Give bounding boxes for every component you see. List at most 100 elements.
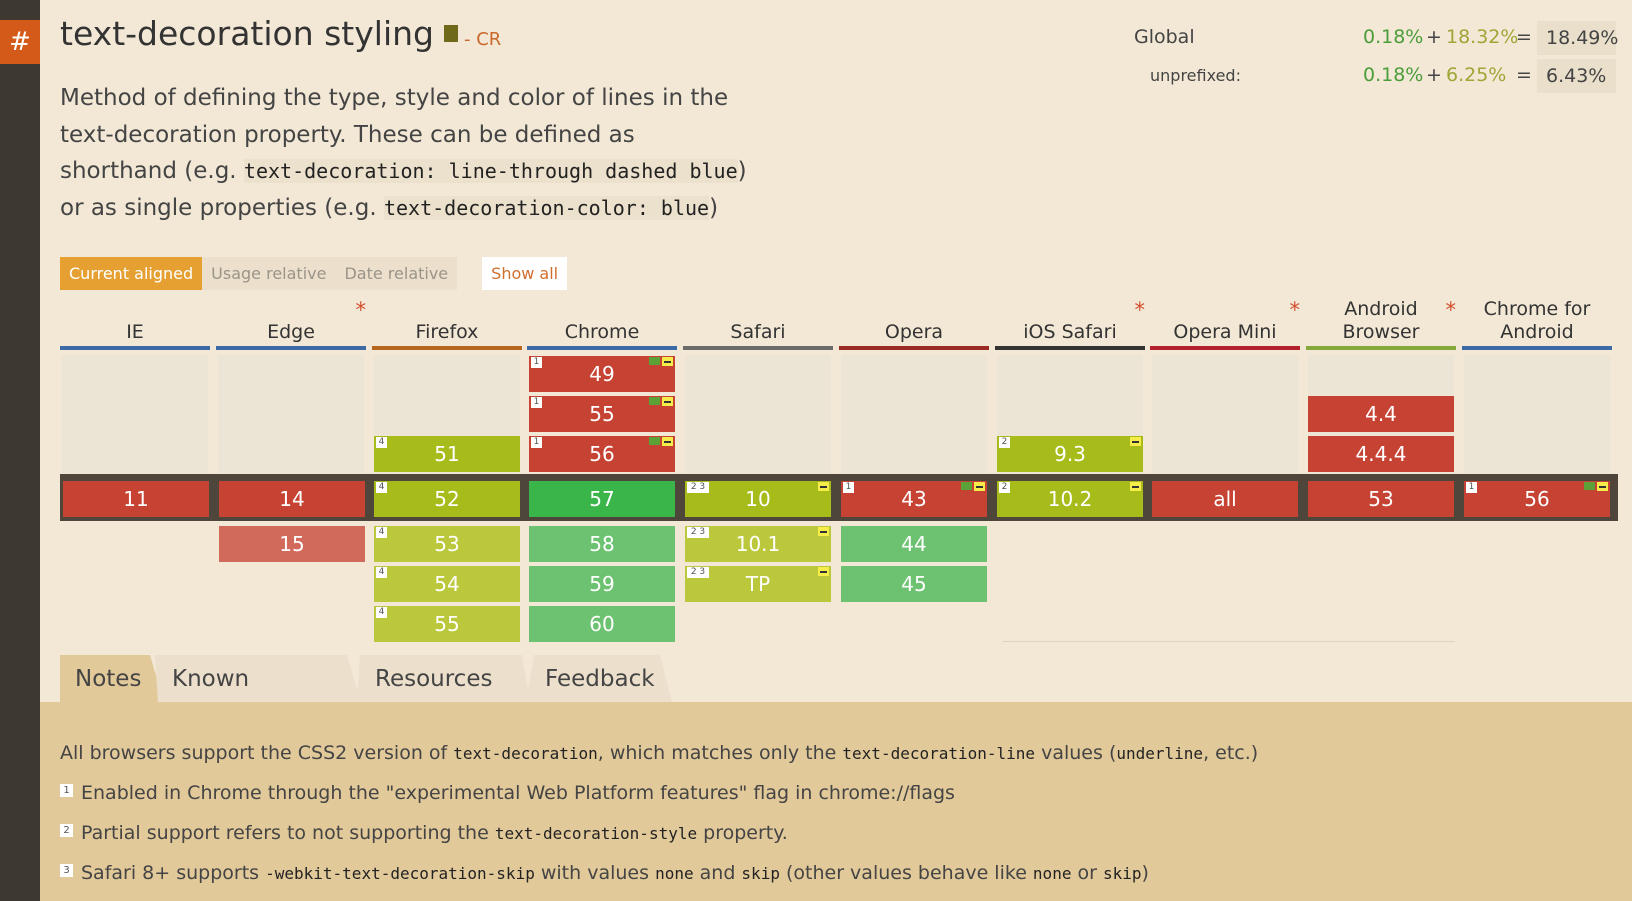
tab-feedback[interactable]: Feedback xyxy=(545,655,655,703)
version-cell-current[interactable]: 53 xyxy=(1308,481,1454,517)
browser-color-bar xyxy=(683,346,833,350)
note-marker[interactable]: 4 xyxy=(376,527,387,538)
version-label: 52 xyxy=(434,487,460,511)
version-cell[interactable]: 1 49 xyxy=(529,356,675,392)
version-cell-current[interactable]: 2 10.2 xyxy=(997,481,1143,517)
version-cell[interactable]: 2 9.3 xyxy=(997,436,1143,472)
version-label: 10.2 xyxy=(1047,487,1093,511)
tab-usage-relative[interactable]: Usage relative xyxy=(202,257,336,290)
show-all-button[interactable]: Show all xyxy=(482,257,568,290)
note-marker[interactable]: 2 3 xyxy=(687,482,709,493)
note-marker[interactable]: 1 xyxy=(843,482,854,493)
partial-support-icon xyxy=(818,482,829,491)
note-number: 2 xyxy=(60,824,73,837)
browser-name-label: Firefox xyxy=(415,321,479,343)
note-marker[interactable]: 4 xyxy=(376,607,387,618)
version-cell-future[interactable]: 60 xyxy=(529,606,675,642)
note-marker[interactable]: 2 3 xyxy=(687,567,709,578)
note-text: ) xyxy=(1141,862,1149,884)
note-text: Enabled in Chrome through the "experimen… xyxy=(81,782,955,804)
version-cell-current[interactable]: 57 xyxy=(529,481,675,517)
browser-name[interactable]: Opera xyxy=(839,298,989,346)
note-marker[interactable]: 1 xyxy=(531,357,542,368)
browser-color-bar xyxy=(216,346,366,350)
version-cell-current[interactable]: 4 52 xyxy=(374,481,520,517)
version-label: 44 xyxy=(901,532,927,556)
version-cell[interactable]: 1 56 xyxy=(529,436,675,472)
tab-date-relative[interactable]: Date relative xyxy=(335,257,458,290)
version-label: 43 xyxy=(901,487,927,511)
version-cell-future[interactable]: 59 xyxy=(529,566,675,602)
flag-icon xyxy=(649,437,660,445)
browser-column-chrome-android: Chrome for Android xyxy=(1462,298,1612,350)
version-cell[interactable]: 1 55 xyxy=(529,396,675,432)
version-label: 14 xyxy=(279,487,305,511)
browser-color-bar xyxy=(1306,346,1456,350)
browser-name[interactable]: Chrome for Android xyxy=(1462,298,1612,346)
version-cell-future[interactable]: 4 55 xyxy=(374,606,520,642)
version-cell-future[interactable]: 2 3 10.1 xyxy=(685,526,831,562)
version-cell-future[interactable]: 4 54 xyxy=(374,566,520,602)
feature-description: Method of defining the type, style and c… xyxy=(60,80,750,226)
version-cell-current[interactable]: 14 xyxy=(219,481,365,517)
browser-name[interactable]: Firefox xyxy=(372,298,522,346)
note-marker[interactable]: 2 xyxy=(999,482,1010,493)
browser-name[interactable]: Safari xyxy=(683,298,833,346)
partial-support-icon xyxy=(818,567,829,576)
note-1: 1 Enabled in Chrome through the "experime… xyxy=(60,782,955,804)
version-label: 57 xyxy=(589,487,615,511)
usage-full-support: 0.18% xyxy=(1363,26,1424,48)
browser-name[interactable]: iOS Safari xyxy=(995,298,1145,346)
browser-column-chrome: Chrome xyxy=(527,298,677,350)
past-versions-area xyxy=(218,355,364,473)
version-cell-current[interactable]: 2 3 10 xyxy=(685,481,831,517)
note-marker[interactable]: 1 xyxy=(531,437,542,448)
version-label: 59 xyxy=(589,572,615,596)
note-marker[interactable]: 4 xyxy=(376,482,387,493)
note-marker[interactable]: 1 xyxy=(1466,482,1477,493)
version-cell[interactable]: 4.4.4 xyxy=(1308,436,1454,472)
version-cell[interactable]: 4 51 xyxy=(374,436,520,472)
version-cell-future[interactable]: 44 xyxy=(841,526,987,562)
partial-support-icon xyxy=(662,437,673,446)
browser-name[interactable]: IE xyxy=(60,298,210,346)
browser-name[interactable]: Opera Mini xyxy=(1150,298,1300,346)
description-code: text-decoration-color: blue xyxy=(383,195,710,220)
description-text: ) xyxy=(709,194,719,221)
version-cell-current[interactable]: 1 56 xyxy=(1464,481,1610,517)
spec-document-icon[interactable] xyxy=(443,25,458,42)
version-cell-future[interactable]: 45 xyxy=(841,566,987,602)
flag-icon xyxy=(961,482,972,490)
past-versions-area xyxy=(1152,355,1298,473)
tab-resources[interactable]: Resources (7) xyxy=(375,655,492,740)
note-marker[interactable]: 2 xyxy=(999,437,1010,448)
version-cell-current[interactable]: 1 43 xyxy=(841,481,987,517)
version-cell[interactable]: 4.4 xyxy=(1308,396,1454,432)
partial-support-icon xyxy=(1130,482,1141,491)
version-cell-future[interactable]: 15 xyxy=(219,526,365,562)
note-marker[interactable]: 2 3 xyxy=(687,527,709,538)
version-label: 4.4.4 xyxy=(1355,442,1407,466)
version-cell-future[interactable]: 4 53 xyxy=(374,526,520,562)
spec-status[interactable]: - CR xyxy=(464,29,501,50)
usage-global-row: Global 0.18% + 18.32% = 18.49% xyxy=(1130,20,1620,58)
note-marker[interactable]: 1 xyxy=(531,397,542,408)
tab-current-aligned[interactable]: Current aligned xyxy=(60,257,203,290)
version-cell-future[interactable]: 58 xyxy=(529,526,675,562)
note-text: , etc.) xyxy=(1203,742,1259,764)
browser-name[interactable]: Chrome xyxy=(527,298,677,346)
permalink-hash-icon[interactable]: # xyxy=(0,20,40,64)
partial-support-icon xyxy=(974,482,985,491)
tab-notes[interactable]: Notes xyxy=(75,655,141,703)
tab-known-issues[interactable]: Known issues (0) xyxy=(172,655,249,788)
description-code: text-decoration: line-through dashed blu… xyxy=(243,159,738,183)
version-cell-future[interactable]: 2 3 TP xyxy=(685,566,831,602)
note-code: text-decoration-style xyxy=(494,824,698,843)
note-marker[interactable]: 4 xyxy=(376,567,387,578)
browser-name[interactable]: Android Browser xyxy=(1306,298,1456,346)
note-text: , which matches only the xyxy=(597,742,843,764)
version-cell-current[interactable]: all xyxy=(1152,481,1298,517)
version-cell-current[interactable]: 11 xyxy=(63,481,209,517)
browser-name[interactable]: Edge xyxy=(216,298,366,346)
note-marker[interactable]: 4 xyxy=(376,437,387,448)
